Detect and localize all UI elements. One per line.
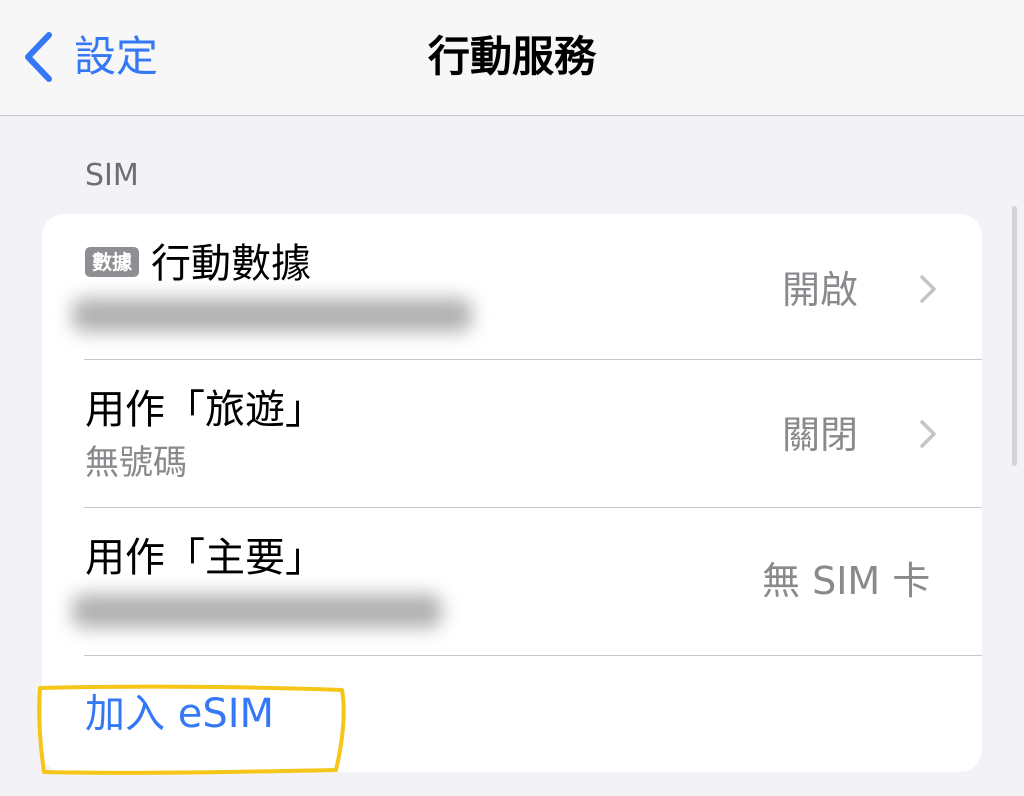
redacted-phone-number — [72, 594, 442, 628]
row-use-as-travel[interactable]: 用作「旅遊」 無號碼 關閉 — [42, 360, 982, 508]
data-badge: 數據 — [85, 247, 139, 277]
navigation-bar: 設定 行動服務 — [0, 0, 1024, 116]
page-title: 行動服務 — [427, 32, 596, 81]
row-cellular-data[interactable]: 數據 行動數據 開啟 — [42, 214, 982, 360]
row-separator — [84, 655, 982, 656]
row-use-as-travel-value: 關閉 — [782, 413, 859, 457]
redacted-phone-number — [72, 298, 472, 332]
row-use-as-primary-value: 無 SIM 卡 — [762, 559, 931, 603]
section-header-sim: SIM — [85, 158, 139, 193]
row-cellular-data-label: 行動數據 — [151, 241, 311, 287]
row-use-as-primary[interactable]: 用作「主要」 無 SIM 卡 — [42, 508, 982, 656]
row-cellular-data-value: 開啟 — [782, 268, 859, 312]
chevron-right-icon — [918, 418, 938, 454]
row-use-as-travel-title: 用作「旅遊」 — [85, 387, 325, 433]
row-use-as-travel-subtitle: 無號碼 — [85, 443, 187, 483]
add-esim-button[interactable]: 加入 eSIM — [85, 694, 274, 734]
row-use-as-primary-title: 用作「主要」 — [85, 535, 325, 581]
sim-settings-group: 數據 行動數據 開啟 用作「旅遊」 無號碼 關閉 用作「主要」 無 SIM 卡 加… — [42, 214, 982, 772]
chevron-right-icon — [918, 273, 938, 309]
row-cellular-data-title: 數據 行動數據 — [85, 244, 311, 284]
scrollbar[interactable] — [1012, 206, 1017, 466]
